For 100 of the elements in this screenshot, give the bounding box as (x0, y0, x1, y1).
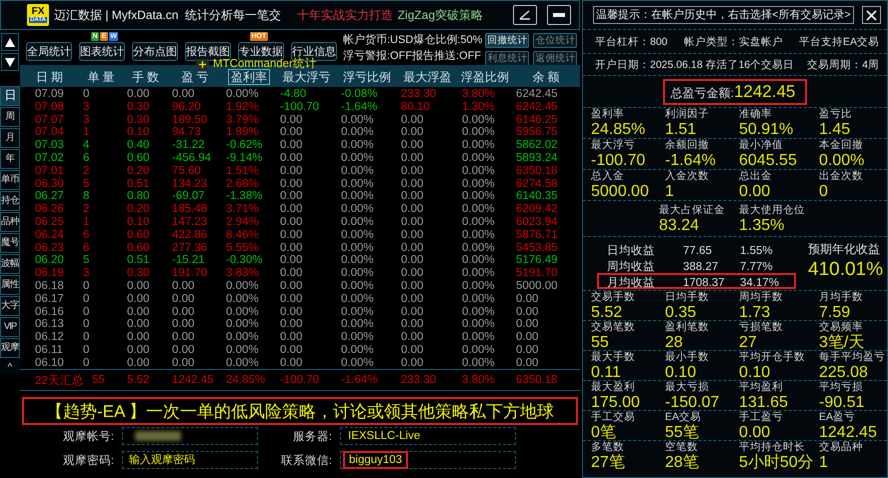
table-cell-text: 0.00% (225, 331, 260, 344)
table-cell-text: 0.00% (461, 242, 496, 254)
table-cell-text: 0.00% (340, 190, 375, 204)
column-header[interactable]: 日 期 (32, 69, 66, 85)
table-cell-text: 5191.70 (515, 267, 559, 280)
stat-label: 亏损笔数 (739, 320, 784, 334)
period-tab[interactable]: 属性 (0, 275, 20, 294)
table-cell-text: 0 (82, 292, 90, 306)
table-cell-text: 06.12 (34, 331, 65, 344)
table-cell-text: 0.00% (340, 114, 375, 126)
column-header[interactable]: 手 数 (128, 69, 162, 85)
return-label: 周均收益 (607, 260, 656, 274)
period-tab[interactable]: 魔号 (0, 233, 20, 252)
table-cell-text: 5453.85 (515, 242, 559, 254)
period-tab[interactable]: 月 (0, 128, 20, 148)
table-cell-text: 0 (82, 331, 90, 344)
return-label: 日均收益 (607, 244, 656, 258)
table-cell-text: 0.00% (461, 254, 496, 268)
minimize-button[interactable] (547, 5, 571, 25)
column-header[interactable]: 最大浮盈 (400, 69, 454, 85)
table-cell-text: 0.00% (340, 306, 375, 318)
table-cell-text: 07.02 (34, 152, 65, 165)
table-cell-text: 96.20 (171, 100, 202, 114)
table-cell-text: 0.00 (171, 306, 196, 318)
table-cell-text: 5.55% (225, 242, 260, 254)
period-tab[interactable]: 大字 (0, 296, 20, 316)
table-cell-text: 1 (82, 216, 90, 229)
table-cell-text: 6023.94 (515, 216, 559, 229)
table-cell-text: 0.00 (171, 344, 196, 357)
table-cell-text: 3 (82, 100, 90, 114)
stat-value: 1 (819, 454, 829, 470)
period-tab[interactable]: 观摩 (0, 338, 20, 358)
period-tab[interactable]: 波幅 (0, 254, 20, 274)
period-tab[interactable]: 单币 (0, 170, 20, 190)
close-button[interactable] (862, 6, 881, 24)
toolbar-button[interactable]: 分布点图 (132, 42, 178, 61)
period-tab[interactable]: 持仓 (0, 191, 20, 210)
stat-value: 83.24 (659, 216, 700, 234)
input-field[interactable]: 输入观摩密码 (122, 451, 258, 469)
collapse-button[interactable]: ^ (0, 360, 20, 374)
table-cell-text: 0.00% (461, 114, 496, 126)
table-cell-text: 0 (82, 88, 90, 101)
toolbar-button[interactable]: 图表统计 (79, 42, 125, 61)
table-cell-text: 0.00% (340, 203, 375, 216)
stat-label: 手工盈亏 (739, 410, 784, 424)
table-cell-text: 1 (82, 126, 90, 140)
stat-label: 出金次数 (819, 170, 864, 183)
period-tab[interactable]: 年 (0, 149, 20, 168)
period-tab[interactable]: 日 (0, 86, 20, 106)
column-header[interactable]: 单 量 (84, 69, 118, 85)
table-cell-text: 0.00 (126, 88, 150, 101)
table-cell-text: 0.00 (400, 242, 424, 254)
scroll-down-button[interactable] (1, 53, 19, 71)
column-header[interactable]: 最大浮亏 (280, 69, 334, 85)
table-cell-text: 6 (82, 152, 90, 165)
column-header[interactable]: 盈利率 (228, 69, 270, 85)
table-cell-text: 06.18 (34, 280, 65, 293)
table-cell-text: 75.60 (171, 164, 202, 178)
column-header[interactable]: 余 额 (529, 69, 563, 85)
column-header[interactable]: 浮盈比例 (458, 69, 512, 85)
stat-label: 平均开仓手数 (739, 350, 806, 364)
minimize-icon (553, 13, 565, 17)
scroll-up-button[interactable] (1, 33, 19, 51)
stat-value: 0.11 (591, 364, 622, 380)
table-cell-text: 6 (82, 228, 90, 242)
table-cell-text: 0.00% (461, 228, 496, 242)
period-tab[interactable]: 周 (0, 107, 20, 126)
table-cell-text: 0.00% (461, 306, 496, 318)
table-cell-text: 0.00 (400, 164, 424, 178)
table-cell-text: 0.00 (279, 178, 304, 190)
table-cell-text: -0.08% (340, 88, 378, 101)
table-cell-text: 06.13 (34, 318, 65, 332)
table-cell-text: 0 (82, 356, 90, 370)
table-cell-text: 0.00% (461, 331, 496, 344)
table-cell-text: 07.01 (34, 164, 65, 178)
table-cell-text: 0.00% (225, 280, 260, 293)
table-cell-text: 07.09 (34, 88, 65, 101)
stat-label: 总出金 (739, 170, 773, 183)
table-cell-text: 0.40 (126, 139, 150, 152)
period-tab[interactable]: VIP (0, 317, 20, 336)
toolbar-button[interactable]: 全局统计 (26, 42, 72, 61)
table-cell-text: 0.00 (400, 267, 424, 280)
stat-value: -90.51 (819, 394, 866, 410)
table-cell-text: 0.30 (126, 114, 150, 126)
table-cell-text: 0.00 (279, 152, 304, 165)
stat-value: 0.10 (739, 364, 772, 380)
column-header[interactable]: 浮亏比例 (340, 69, 394, 85)
column-header[interactable]: 盈 亏 (178, 69, 212, 85)
angle-button[interactable] (513, 5, 537, 25)
stat-value: 1242.45 (734, 82, 796, 102)
table-cell-text: 0.00% (340, 344, 375, 357)
table-cell-text: 0 (82, 280, 90, 293)
stats-button[interactable]: 回撤统计 (485, 33, 530, 48)
table-cell-text: 8 (82, 190, 90, 204)
table-cell-text: 0.00 (126, 331, 150, 344)
table-cell-text: 0.00 (126, 318, 150, 332)
table-cell-text: 0.00% (340, 126, 375, 140)
stat-value: 27笔 (591, 454, 626, 470)
stat-label: 最大亏损 (665, 380, 710, 394)
period-tab[interactable]: 品种 (0, 212, 20, 232)
